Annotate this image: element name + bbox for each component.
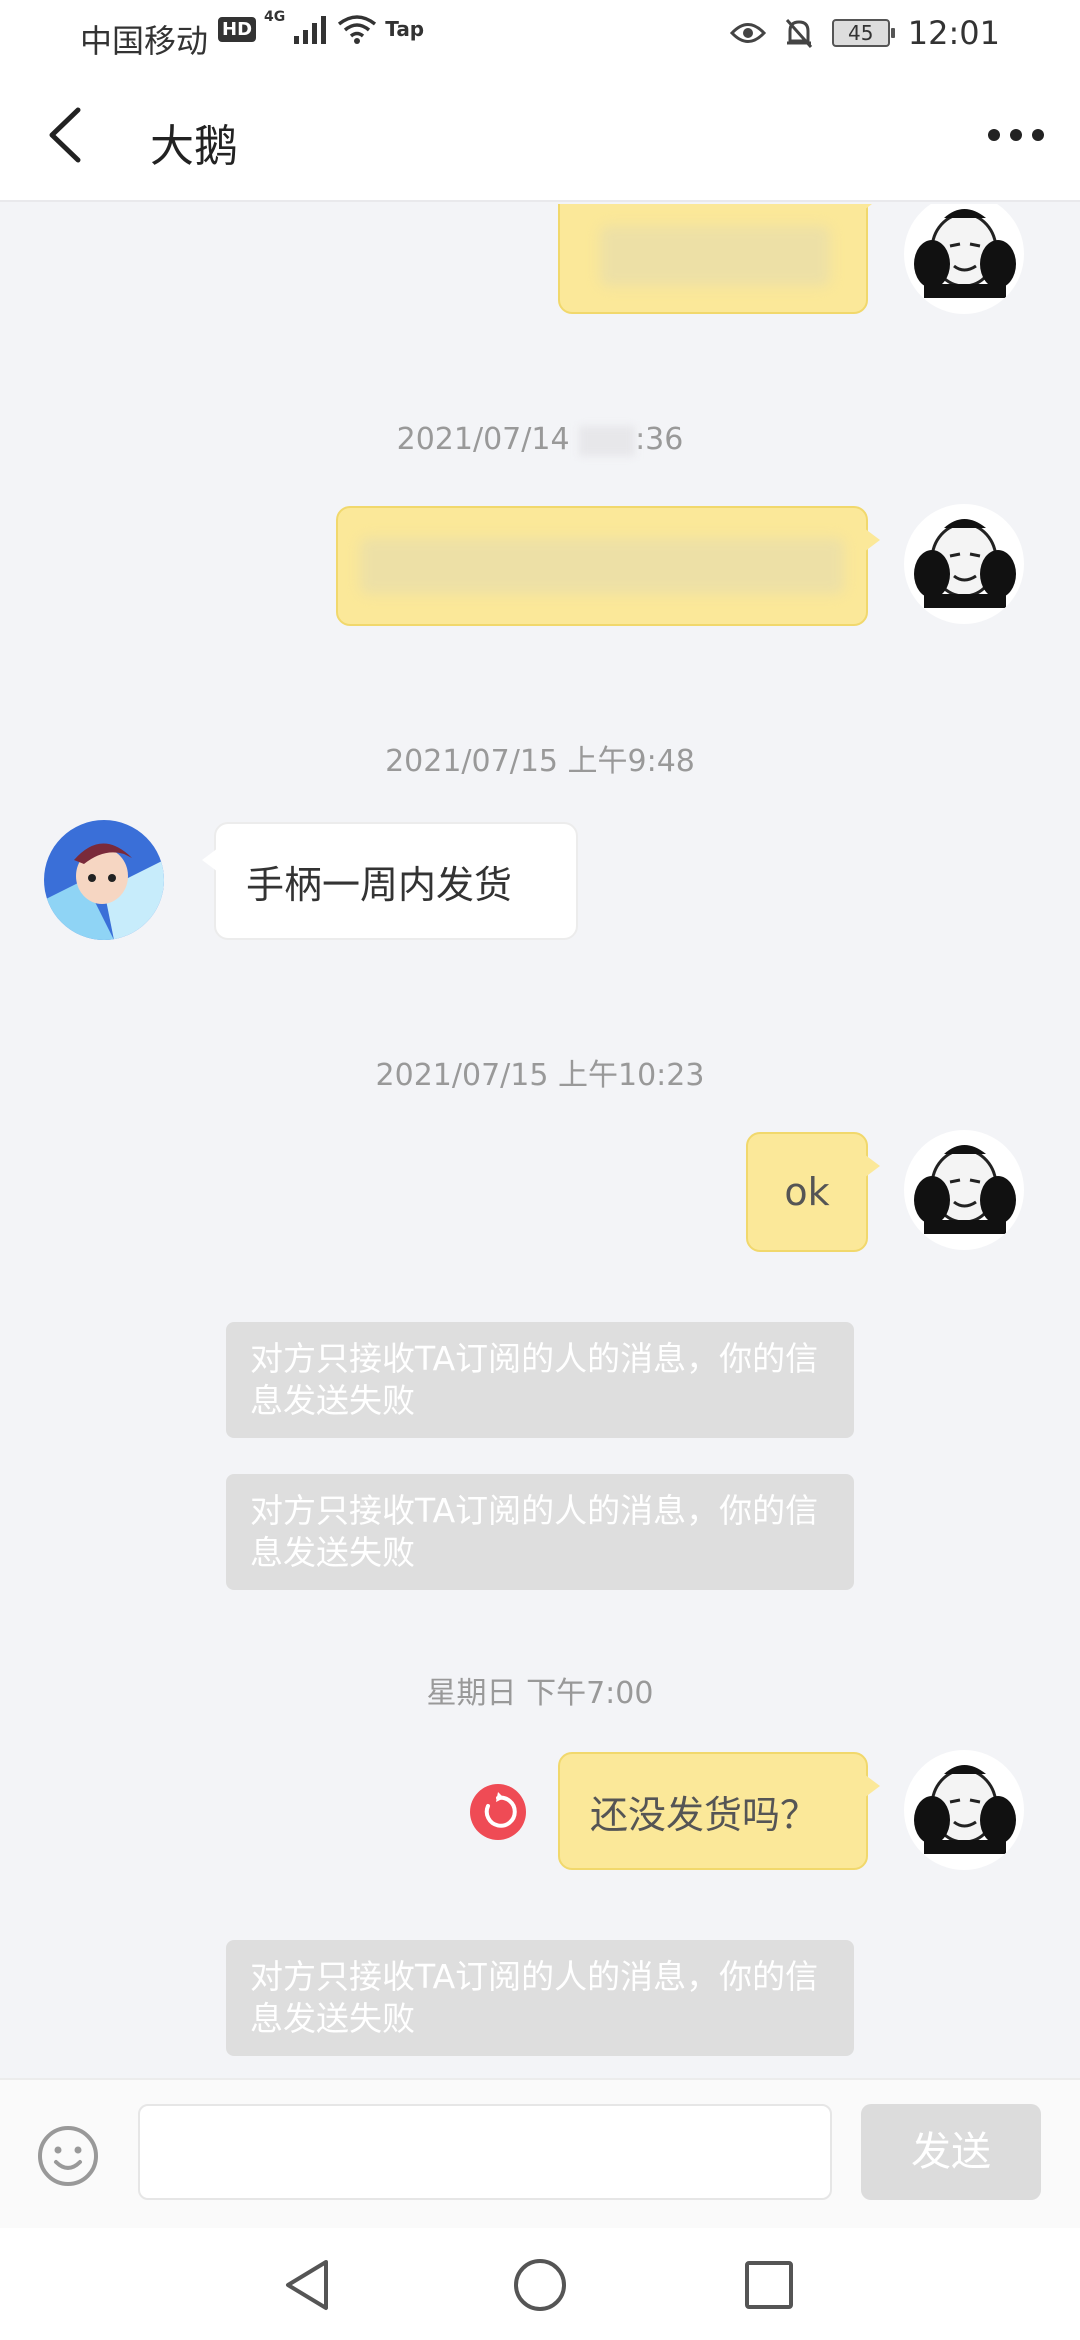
redacted-content bbox=[600, 226, 830, 286]
chevron-left-icon bbox=[49, 107, 81, 163]
timestamp-redacted bbox=[579, 425, 636, 456]
system-nav-bar bbox=[0, 2228, 1080, 2340]
contact-name: 大鹅 bbox=[150, 121, 238, 172]
tap-label: Tap bbox=[385, 17, 425, 41]
panda-meme-avatar-icon bbox=[914, 1765, 1016, 1854]
contact-avatar[interactable] bbox=[44, 820, 164, 940]
resend-button[interactable] bbox=[470, 1784, 526, 1840]
square-recents-icon bbox=[745, 2261, 793, 2309]
status-icons-left: HD 4G Tap bbox=[218, 9, 425, 44]
panda-meme-avatar-icon bbox=[914, 519, 1016, 608]
more-dots-icon bbox=[988, 129, 1044, 141]
emoji-button[interactable] bbox=[36, 2124, 100, 2188]
send-failed-notice: 对方只接收TA订阅的人的消息，你的信息发送失败 bbox=[226, 1940, 854, 2056]
status-bar: 中国移动 HD 4G Tap 45 12:01 bbox=[0, 0, 1080, 72]
clock: 12:01 bbox=[907, 14, 1000, 52]
redacted-content bbox=[360, 538, 844, 594]
triangle-back-icon bbox=[286, 2260, 328, 2310]
hd-badge: HD bbox=[218, 16, 257, 42]
send-failed-notice: 对方只接收TA订阅的人的消息，你的信息发送失败 bbox=[226, 1322, 854, 1438]
my-avatar[interactable] bbox=[904, 1130, 1024, 1250]
my-avatar[interactable] bbox=[904, 204, 1024, 314]
retry-icon bbox=[484, 1792, 517, 1828]
send-failed-notice: 对方只接收TA订阅的人的消息，你的信息发送失败 bbox=[226, 1474, 854, 1590]
message-text: 还没发货吗？ bbox=[590, 1792, 819, 1837]
eye-icon bbox=[729, 23, 766, 43]
timestamp: 2021/07/15 上午9:48 bbox=[385, 744, 695, 779]
message-text: 手柄一周内发货 bbox=[246, 862, 513, 907]
timestamp: 2021/07/14 :36 bbox=[0, 422, 1080, 457]
nav-back-button[interactable] bbox=[274, 2250, 344, 2320]
my-message-bubble-blurred[interactable] bbox=[336, 506, 880, 626]
anime-character-avatar-icon bbox=[44, 820, 164, 940]
timestamp: 星期日 下午7:00 bbox=[426, 1676, 654, 1711]
smiley-icon bbox=[38, 2126, 98, 2186]
my-message-bubble[interactable]: ok bbox=[746, 1132, 880, 1252]
panda-meme-avatar-icon bbox=[914, 1145, 1016, 1234]
panda-meme-avatar-icon bbox=[914, 209, 1016, 298]
network-type: 4G bbox=[264, 9, 286, 25]
nav-home-button[interactable] bbox=[505, 2250, 575, 2320]
message-input[interactable] bbox=[138, 2104, 832, 2200]
my-message-bubble[interactable]: 还没发货吗？ bbox=[558, 1752, 880, 1870]
message-text: ok bbox=[784, 1170, 830, 1214]
timestamp-time: :36 bbox=[635, 422, 684, 457]
timestamp-date: 2021/07/14 bbox=[396, 422, 580, 457]
back-button[interactable] bbox=[36, 100, 106, 170]
send-button[interactable]: 发送 bbox=[861, 2104, 1041, 2200]
battery-indicator: 45 bbox=[831, 19, 895, 47]
status-icons-right: 45 12:01 bbox=[729, 14, 1000, 52]
my-message-bubble-blurred[interactable] bbox=[558, 204, 880, 314]
bell-off-icon bbox=[785, 19, 812, 48]
my-avatar[interactable] bbox=[904, 1750, 1024, 1870]
message-input-bar: 发送 bbox=[0, 2078, 1080, 2228]
more-options-button[interactable] bbox=[976, 100, 1056, 170]
my-avatar[interactable] bbox=[904, 504, 1024, 624]
carrier-label: 中国移动 bbox=[80, 22, 209, 60]
nav-recents-button[interactable] bbox=[734, 2250, 804, 2320]
chat-area[interactable]: 2021/07/14 :36 2021/07/15 上午9:48 手柄一周内发货 bbox=[0, 204, 1080, 2078]
wifi-icon bbox=[338, 15, 377, 44]
circle-home-icon bbox=[514, 2259, 566, 2311]
contact-message-bubble[interactable]: 手柄一周内发货 bbox=[202, 822, 578, 940]
timestamp: 2021/07/15 上午10:23 bbox=[375, 1058, 705, 1093]
signal-icon bbox=[294, 16, 327, 44]
chat-header: 大鹅 bbox=[0, 72, 1080, 202]
